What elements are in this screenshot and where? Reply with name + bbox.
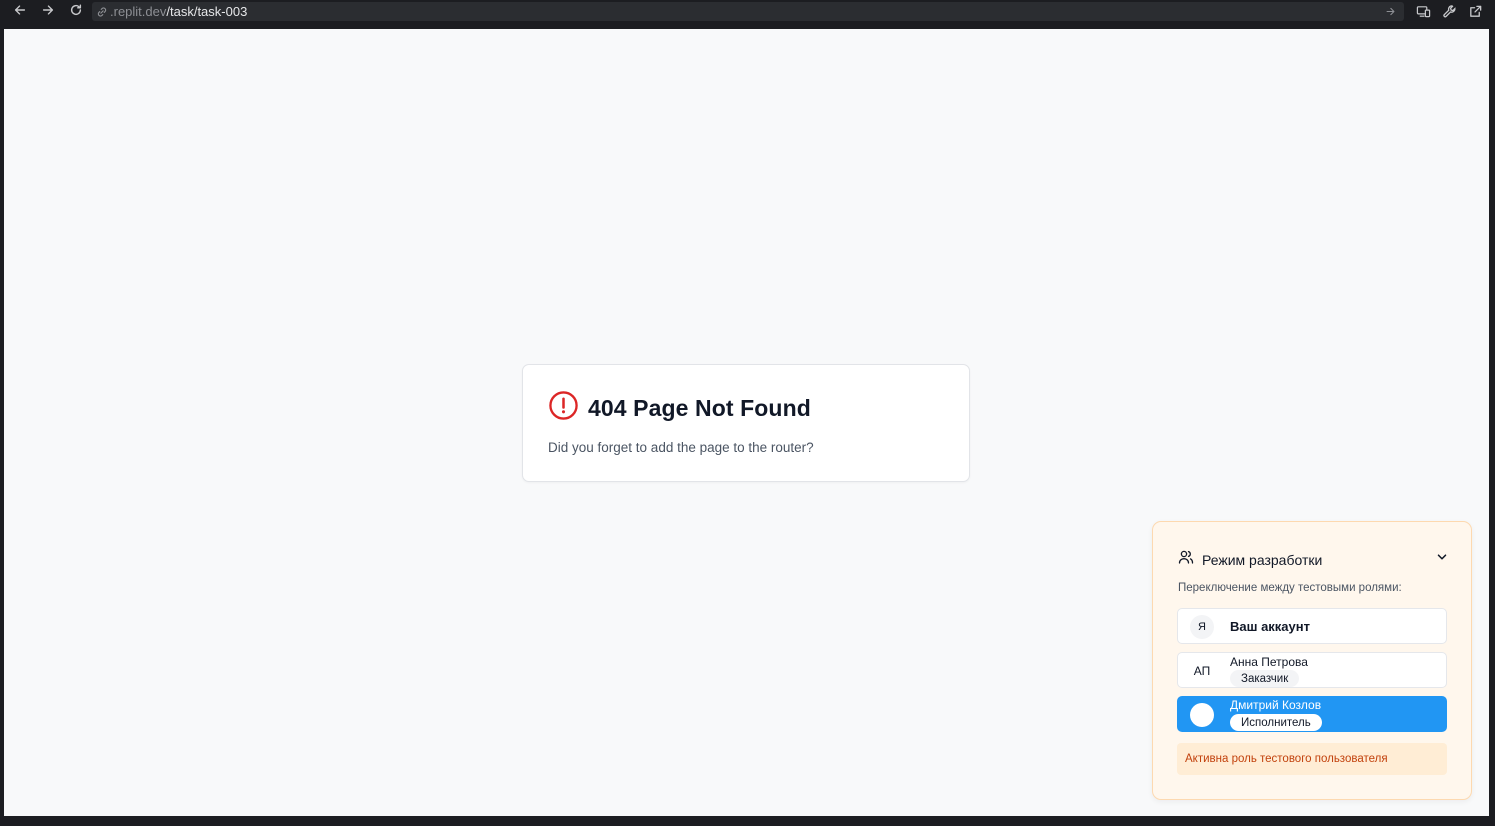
devices-icon[interactable] — [1416, 4, 1431, 24]
page-viewport: 404 Page Not Found Did you forget to add… — [4, 29, 1489, 816]
role-option-anna-petrova[interactable]: АП Анна Петрова Заказчик — [1177, 652, 1447, 688]
dev-panel-header: Режим разработки — [1178, 549, 1322, 570]
role-badge: Заказчик — [1230, 670, 1300, 687]
role-option-dmitry-kozlov[interactable]: Дмитрий Козлов Исполнитель — [1177, 696, 1447, 732]
active-role-notice: Активна роль тестового пользователя — [1177, 743, 1447, 775]
alert-circle-icon — [548, 390, 579, 426]
not-found-header: 404 Page Not Found — [548, 390, 811, 426]
role-badge: Исполнитель — [1230, 714, 1322, 731]
url-path: /task/task-003 — [166, 4, 248, 19]
open-external-icon[interactable] — [1468, 4, 1483, 24]
avatar: Я — [1190, 615, 1214, 639]
reload-button[interactable] — [64, 0, 88, 24]
dev-mode-panel: Режим разработки Переключение между тест… — [1152, 521, 1472, 800]
arrow-left-icon — [13, 3, 27, 22]
back-button[interactable] — [8, 0, 32, 24]
url-bar[interactable]: .replit.dev/task/task-003 — [92, 2, 1404, 21]
link-icon — [96, 6, 108, 18]
reload-icon — [69, 3, 83, 22]
users-icon — [1178, 549, 1194, 570]
toolbar-actions — [1416, 4, 1483, 24]
dev-panel-title: Режим разработки — [1202, 551, 1323, 568]
role-name: Анна Петрова — [1230, 655, 1308, 669]
window-bottom-edge — [0, 816, 1495, 826]
role-name: Ваш аккаунт — [1230, 619, 1310, 634]
url-domain: .replit.dev — [110, 4, 167, 19]
role-name: Дмитрий Козлов — [1230, 698, 1322, 712]
wrench-icon[interactable] — [1442, 4, 1457, 24]
dev-panel-subtitle: Переключение между тестовыми ролями: — [1178, 582, 1402, 594]
chevron-down-icon[interactable] — [1435, 550, 1449, 569]
not-found-card: 404 Page Not Found Did you forget to add… — [522, 364, 970, 482]
avatar: АП — [1190, 659, 1214, 683]
browser-toolbar: .replit.dev/task/task-003 — [0, 0, 1495, 24]
role-option-own-account[interactable]: Я Ваш аккаунт — [1177, 608, 1447, 644]
avatar — [1190, 703, 1214, 727]
page-title: 404 Page Not Found — [588, 394, 811, 421]
arrow-right-icon — [41, 3, 55, 22]
forward-button[interactable] — [36, 0, 60, 24]
not-found-message: Did you forget to add the page to the ro… — [548, 440, 814, 455]
go-arrow-icon[interactable] — [1385, 5, 1396, 20]
